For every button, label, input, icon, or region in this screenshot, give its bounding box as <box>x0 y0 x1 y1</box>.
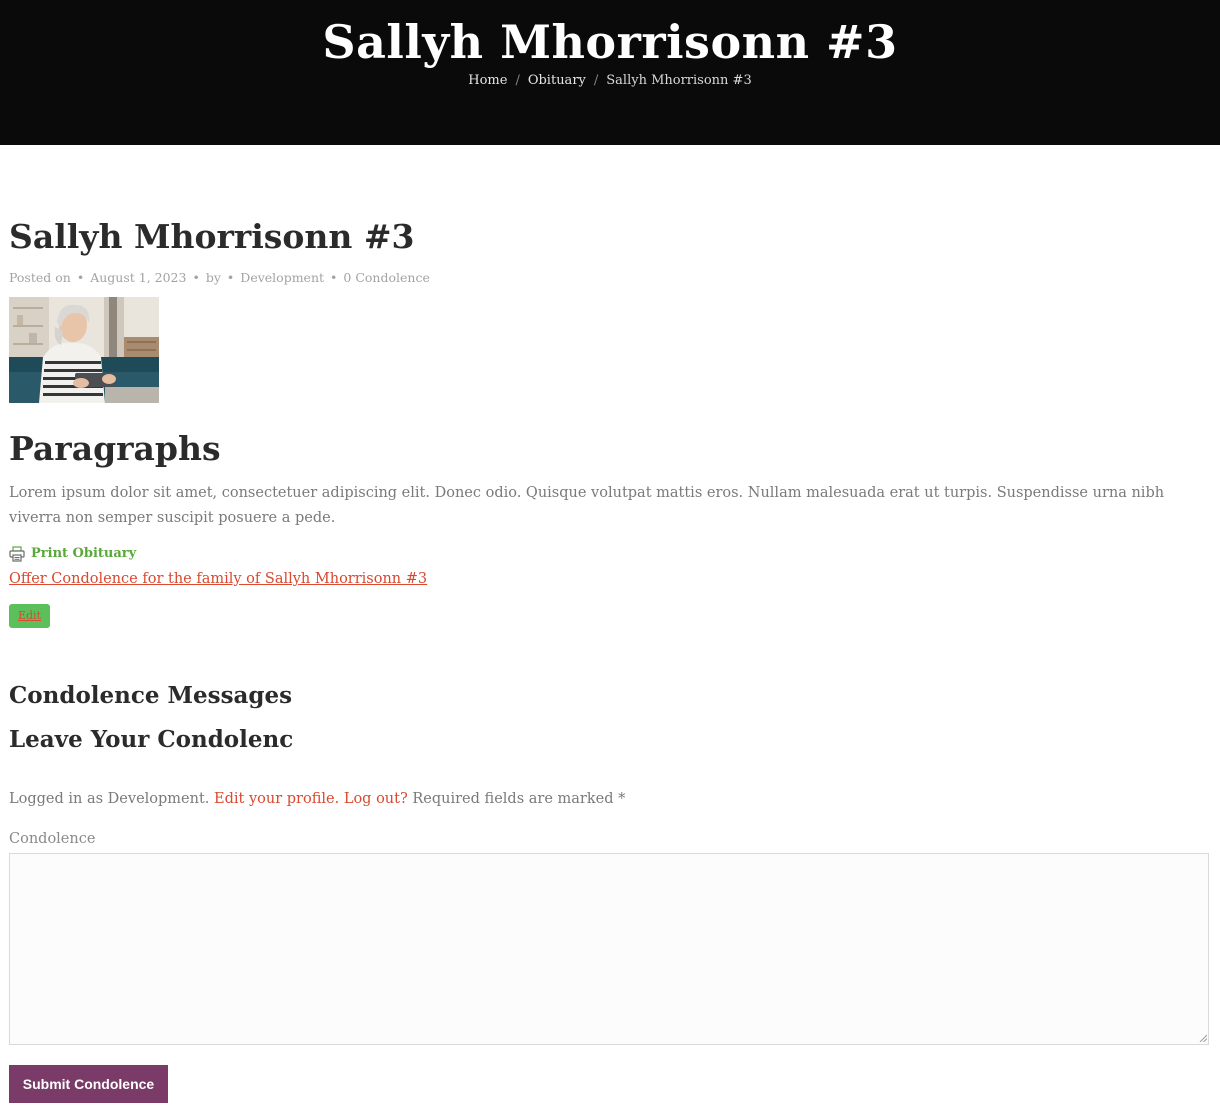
submit-condolence-button[interactable]: Submit Condolence <box>9 1065 168 1103</box>
meta-author[interactable]: Development <box>240 270 324 285</box>
portrait-image <box>9 297 159 403</box>
print-obituary-link[interactable]: Print Obituary <box>9 545 136 563</box>
breadcrumb-obituary[interactable]: Obituary <box>528 73 586 88</box>
breadcrumb-separator: / <box>515 73 520 88</box>
obituary-photo <box>9 297 159 403</box>
condolence-textarea[interactable] <box>9 853 1209 1045</box>
condolence-field-label: Condolence <box>9 831 96 847</box>
breadcrumb-home[interactable]: Home <box>468 73 507 88</box>
required-fields-note: Required fields are marked * <box>412 791 626 807</box>
logged-in-notice: Logged in as Development. Edit your prof… <box>9 788 625 810</box>
print-obituary-label[interactable]: Print Obituary <box>31 545 136 563</box>
log-out-link[interactable]: Log out? <box>344 791 408 807</box>
resize-handle-icon[interactable] <box>1199 1034 1207 1042</box>
leave-condolence-heading: Leave Your Condolenc <box>9 726 294 753</box>
hero-title: Sallyh Mhorrisonn #3 <box>322 15 898 69</box>
breadcrumb-current: Sallyh Mhorrisonn #3 <box>606 73 752 88</box>
breadcrumb-separator: / <box>593 73 599 88</box>
post-title: Sallyh Mhorrisonn #3 <box>9 217 415 256</box>
condolence-messages-heading: Condolence Messages <box>9 682 293 709</box>
meta-date[interactable]: August 1, 2023 <box>90 270 186 285</box>
section-heading: Paragraphs <box>9 429 221 468</box>
obituary-text: Lorem ipsum dolor sit amet, consectetuer… <box>9 485 1165 526</box>
edit-button[interactable]: Edit <box>9 604 50 628</box>
logged-in-as-text: Logged in as Development. <box>9 791 210 807</box>
breadcrumb: Home / Obituary / Sallyh Mhorrisonn #3 <box>0 72 1220 90</box>
offer-condolence-link[interactable]: Offer Condolence for the family of Sally… <box>9 569 427 589</box>
edit-profile-link[interactable]: Edit your profile. <box>214 791 339 807</box>
post-meta: Posted on • August 1, 2023 • by • Development •… <box>9 270 430 285</box>
meta-posted-on: Posted on <box>9 270 71 285</box>
printer-icon <box>9 546 25 562</box>
page-hero: Sallyh Mhorrisonn #3 Home / Obituary / Sally… <box>0 0 1220 145</box>
meta-condolence-count[interactable]: 0 Condolence <box>343 270 429 285</box>
meta-by: by <box>205 270 221 285</box>
